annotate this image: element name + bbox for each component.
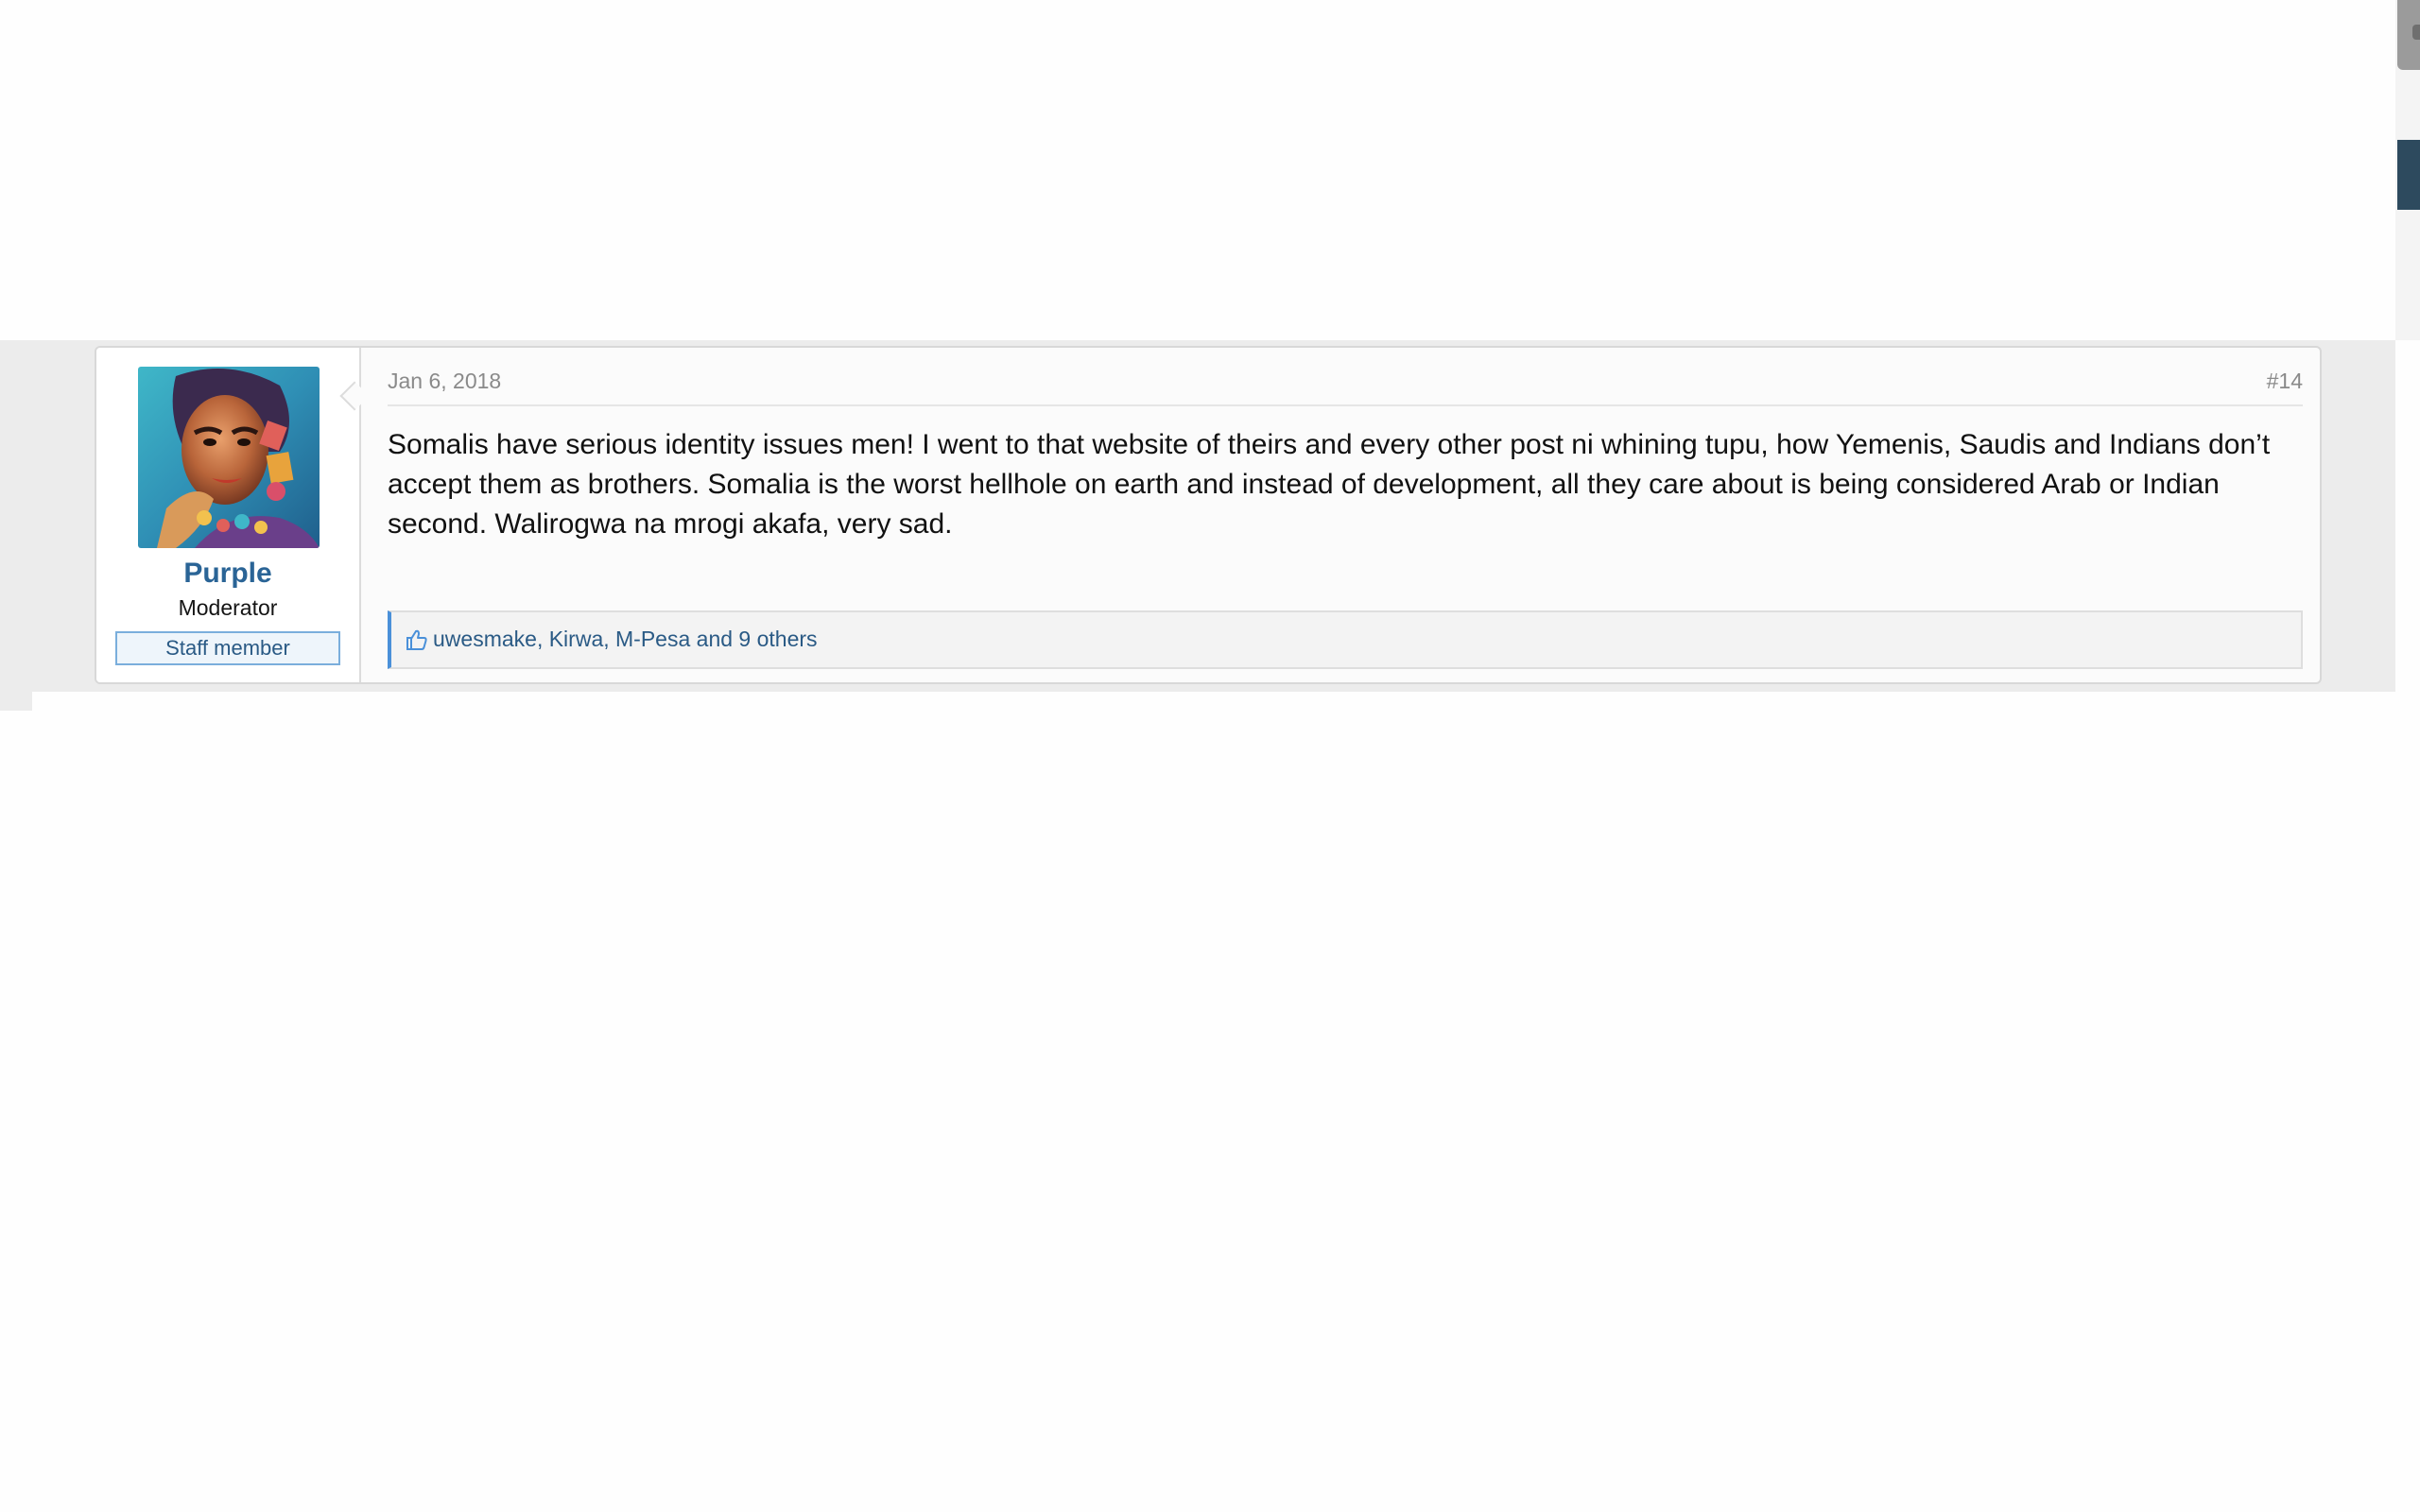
staff-member-badge: Staff member [115, 631, 340, 665]
likes-others-link[interactable]: and 9 others [697, 627, 818, 651]
avatar[interactable] [138, 367, 320, 548]
post-message: Purple Moderator Staff member Jan 6, 201… [95, 346, 2322, 684]
page: Purple Moderator Staff member Jan 6, 201… [0, 0, 2420, 1512]
likes-separator: , [536, 627, 549, 651]
post-date[interactable]: Jan 6, 2018 [388, 369, 501, 394]
thumbs-up-icon [406, 629, 427, 650]
scrollbar-grip [2412, 25, 2420, 40]
liker-link[interactable]: uwesmake [433, 627, 537, 651]
post-permalink[interactable]: #14 [2267, 369, 2303, 394]
post-list-background-tail [0, 692, 32, 711]
liker-link[interactable]: M-Pesa [615, 627, 690, 651]
likes-text: uwesmake, Kirwa, M-Pesa and 9 others [433, 627, 818, 652]
likes-summary: uwesmake, Kirwa, M-Pesa and 9 others [388, 610, 2303, 669]
avatar-portrait-image [138, 367, 320, 548]
message-user-info: Purple Moderator Staff member [96, 348, 361, 682]
username-link[interactable]: Purple [96, 558, 359, 590]
user-title: Moderator [178, 595, 278, 620]
message-content: Jan 6, 2018 #14 Somalis have serious ide… [388, 348, 2303, 682]
likes-separator: , [603, 627, 616, 651]
message-text: Somalis have serious identity issues men… [388, 429, 2271, 540]
message-meta: Jan 6, 2018 #14 [388, 369, 2303, 406]
side-tab[interactable] [2397, 140, 2420, 210]
liker-link[interactable]: Kirwa [549, 627, 604, 651]
